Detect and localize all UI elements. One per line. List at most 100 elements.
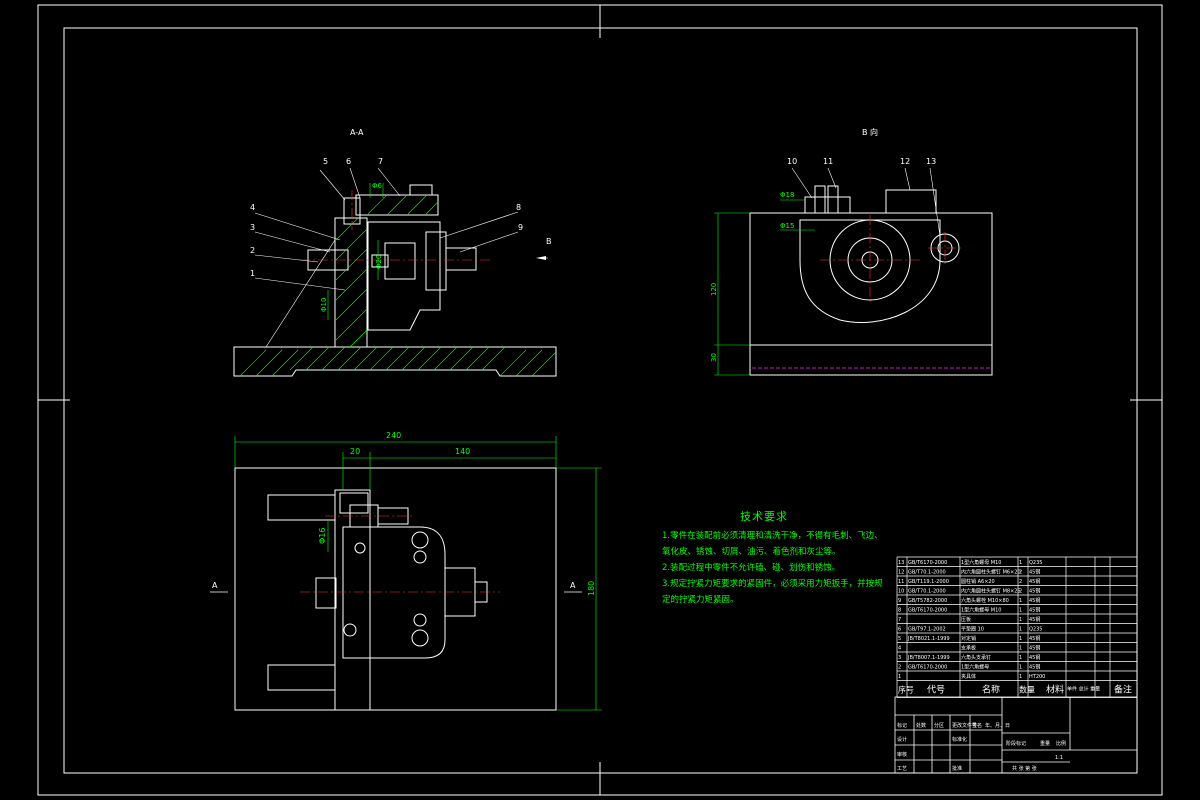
bom-name: 1型六角螺母	[961, 664, 989, 671]
section-label: 1	[250, 269, 255, 278]
bom-name: 六角头螺栓 M10×80	[961, 597, 1009, 604]
bom-seq: 4	[898, 646, 901, 652]
dimension-text: Φ6	[372, 182, 383, 190]
tech-requirement-item: 3.规定拧紧力矩要求的紧固件，必须采用力矩扳手，并按规定的拧紧力矩紧固。	[662, 579, 883, 605]
bom-material: 45钢	[1029, 635, 1040, 642]
bom-name: 圆柱销 A6×20	[961, 578, 995, 585]
cad-drawing-canvas: A-A 5 6 7 4 3 2 1 8 9 B Φ6 Φ10 Φ20 B 向 1…	[0, 0, 1200, 800]
bom-seq: 5	[898, 636, 901, 642]
bom-code: GB/T70.1-2000	[908, 589, 946, 595]
bom-seq: 9	[898, 598, 901, 604]
bom-code: GB/T70.1-2000	[908, 570, 946, 576]
bom-material: HT200	[1029, 674, 1045, 680]
bom-seq: 2	[898, 665, 901, 671]
tb-date: 年、月、日	[985, 722, 1010, 729]
dimension-text: Φ15	[780, 222, 794, 230]
tb-stage: 阶段标记	[1006, 740, 1026, 747]
bom-header-seq: 序号	[898, 685, 914, 695]
section-label: 6	[346, 157, 351, 166]
section-label: 4	[250, 203, 255, 212]
bom-qty: 1	[1019, 627, 1022, 633]
tb-zone: 分区	[934, 722, 944, 729]
bom-header-weight: 单件 总计 重量	[1067, 686, 1100, 693]
bom-material: 45钢	[1029, 578, 1040, 585]
bom-material: 45钢	[1029, 588, 1040, 595]
bom-seq: 12	[898, 570, 904, 576]
bom-seq: 3	[898, 655, 901, 661]
drawing-sheet: A-A 5 6 7 4 3 2 1 8 9 B Φ6 Φ10 Φ20 B 向 1…	[37, 4, 1163, 796]
bom-header-material: 材料	[1046, 684, 1064, 696]
bom-name: 1型六角螺母 M10	[961, 559, 1001, 566]
section-title: A-A	[350, 128, 364, 137]
bom-code: JB/T8021.1-1999	[907, 636, 950, 642]
view-b-label: 13	[926, 157, 936, 166]
sheet-frame	[37, 4, 1163, 796]
bom-qty: 2	[1019, 579, 1022, 585]
dimension-text: 30	[710, 353, 718, 362]
tb-sheets: 共 张 第 张	[1012, 765, 1037, 772]
section-mark-a-left: A	[212, 581, 218, 590]
bom-material: 45钢	[1029, 654, 1040, 661]
bom-qty: 2	[1019, 589, 1022, 595]
view-b: B 向 10 11 12 13 Φ18 Φ15 120 30	[710, 127, 993, 376]
bom-header-name: 名称	[982, 684, 1000, 696]
bom-seq: 8	[898, 608, 901, 614]
bom-header-qty: 数量	[1019, 685, 1035, 695]
bom-header-remark: 备注	[1114, 684, 1132, 696]
tb-design: 设计	[897, 736, 907, 743]
tb-standardize: 标准化	[952, 736, 967, 743]
b-view-arrow	[536, 256, 546, 260]
tb-process: 工艺	[897, 766, 907, 772]
tb-weight: 重量	[1040, 740, 1050, 747]
bom-code: JB/T8007.1-1999	[907, 655, 950, 661]
tb-approve: 批准	[952, 765, 962, 772]
bom-code: GB/T6170-2000	[908, 665, 947, 671]
tb-mark: 标记	[897, 722, 907, 729]
top-view: 240 20 140 180 Φ16 A A	[210, 431, 602, 711]
bom-qty: 1	[1019, 560, 1022, 566]
tech-requirement-item: 1.零件在装配前必须清理和清洗干净，不得有毛刺、飞边、氧化皮、锈蚀、切屑、油污、…	[662, 531, 883, 557]
tb-scale-val: 1:1	[1055, 755, 1063, 761]
tech-requirements-title: 技术要求	[740, 510, 788, 523]
bom-name: 六角头支承钉	[961, 654, 991, 661]
bom-qty: 2	[1019, 570, 1022, 576]
dimension-text: 240	[386, 431, 401, 440]
bom-name: 支承板	[961, 645, 976, 652]
section-label: 2	[250, 246, 255, 255]
bom-seq: 6	[898, 627, 901, 633]
view-b-title: B 向	[862, 127, 878, 137]
bom-code: GB/T5782-2000	[908, 598, 947, 604]
bom-material: Q235	[1029, 627, 1042, 633]
title-block	[894, 696, 1138, 774]
bom-name: 压板	[961, 616, 971, 623]
bom-code: GB/T97.1-2002	[908, 627, 946, 633]
section-mark-a-right: A	[570, 581, 576, 590]
dimension-text: Φ20	[375, 255, 383, 269]
tb-scale: 比例	[1056, 740, 1066, 747]
bom-material: 45钢	[1029, 597, 1040, 604]
bom-name: 夹具体	[961, 673, 976, 680]
bom-material: Q235	[1029, 560, 1042, 566]
bom-seq: 11	[898, 579, 904, 585]
bom-qty: 1	[1019, 598, 1022, 604]
bom-qty: 1	[1019, 665, 1022, 671]
bom-material: 45钢	[1029, 607, 1040, 614]
bom-name: 内六角圆柱头螺钉 M8×25	[961, 588, 1021, 595]
bom-seq: 1	[898, 674, 901, 680]
dimension-text: 140	[455, 447, 470, 456]
bom-qty: 1	[1019, 674, 1022, 680]
bom-code: GB/T6170-2000	[908, 608, 947, 614]
bom-header-code: 代号	[927, 685, 945, 696]
bom-seq: 10	[898, 589, 904, 595]
section-view-aa: A-A 5 6 7 4 3 2 1 8 9 B Φ6 Φ10 Φ20	[233, 128, 557, 377]
bom-material: 45钢	[1029, 645, 1040, 652]
bom-material: 45钢	[1029, 664, 1040, 671]
tb-review: 审核	[897, 751, 907, 758]
tech-requirement-item: 2.装配过程中零件不允许磕、碰、划伤和锈蚀。	[662, 563, 841, 573]
dimension-text: 120	[710, 283, 718, 296]
bom-qty: 1	[1019, 608, 1022, 614]
dimension-text: Φ16	[318, 528, 327, 544]
bom-material: 45钢	[1029, 569, 1040, 576]
bom-qty: 1	[1019, 617, 1022, 623]
section-label: 7	[378, 157, 383, 166]
